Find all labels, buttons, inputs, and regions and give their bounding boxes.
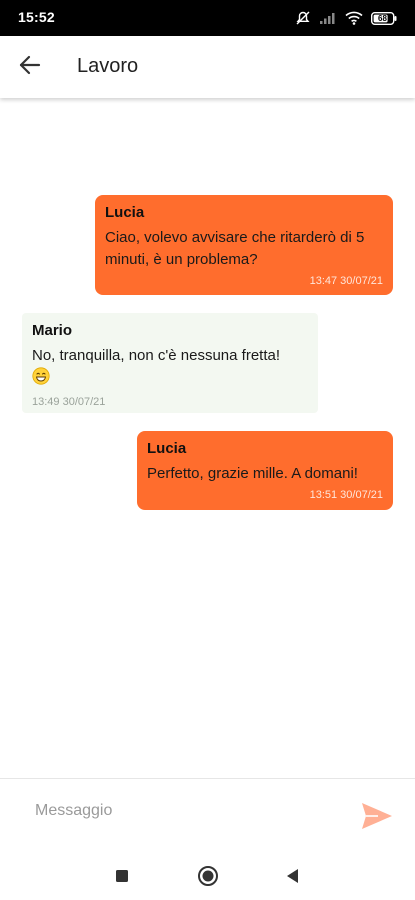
- message-text: No, tranquilla, non c'è nessuna fretta!: [32, 347, 281, 364]
- send-button[interactable]: [360, 801, 394, 831]
- message-sender: Lucia: [105, 204, 145, 221]
- home-button[interactable]: [196, 865, 220, 892]
- message-list[interactable]: Lucia Ciao, volevo avvisare che ritarder…: [0, 98, 415, 778]
- message-bubble-sent[interactable]: Lucia Ciao, volevo avvisare che ritarder…: [95, 195, 393, 295]
- status-bar: 15:52 68: [0, 0, 415, 36]
- message-text: Ciao, volevo avvisare che ritarderò di 5…: [105, 229, 365, 268]
- recents-button[interactable]: [110, 866, 134, 890]
- status-time: 15:52: [18, 9, 55, 25]
- back-triangle-icon: [285, 868, 299, 889]
- signal-icon: [319, 11, 337, 25]
- arrow-left-icon: [19, 55, 41, 80]
- back-button[interactable]: [14, 51, 46, 83]
- wifi-icon: [345, 11, 363, 25]
- message-sender: Lucia: [147, 440, 187, 457]
- app-bar: Lavoro: [0, 36, 415, 98]
- home-circle-icon: [197, 865, 219, 892]
- chat-title: Lavoro: [77, 55, 139, 77]
- status-icons: 68: [295, 8, 397, 28]
- system-nav-bar: [0, 852, 415, 900]
- grinning-face-icon: [32, 367, 50, 392]
- battery-level: 68: [378, 13, 387, 23]
- message-composer: [0, 778, 415, 853]
- mute-icon: [295, 10, 311, 26]
- battery-icon: 68: [371, 11, 397, 25]
- message-bubble-received[interactable]: Mario No, tranquilla, non c'è nessuna fr…: [22, 313, 318, 413]
- message-input[interactable]: [20, 795, 355, 827]
- message-timestamp: 13:51 30/07/21: [309, 489, 383, 501]
- recents-square-icon: [115, 869, 129, 888]
- message-timestamp: 13:49 30/07/21: [32, 396, 106, 408]
- message-text: Perfetto, grazie mille. A domani!: [147, 465, 358, 482]
- send-icon: [360, 803, 394, 835]
- message-timestamp: 13:47 30/07/21: [309, 275, 383, 287]
- message-sender: Mario: [32, 322, 73, 339]
- message-bubble-sent[interactable]: Lucia Perfetto, grazie mille. A domani! …: [137, 431, 393, 510]
- back-system-button[interactable]: [280, 866, 304, 890]
